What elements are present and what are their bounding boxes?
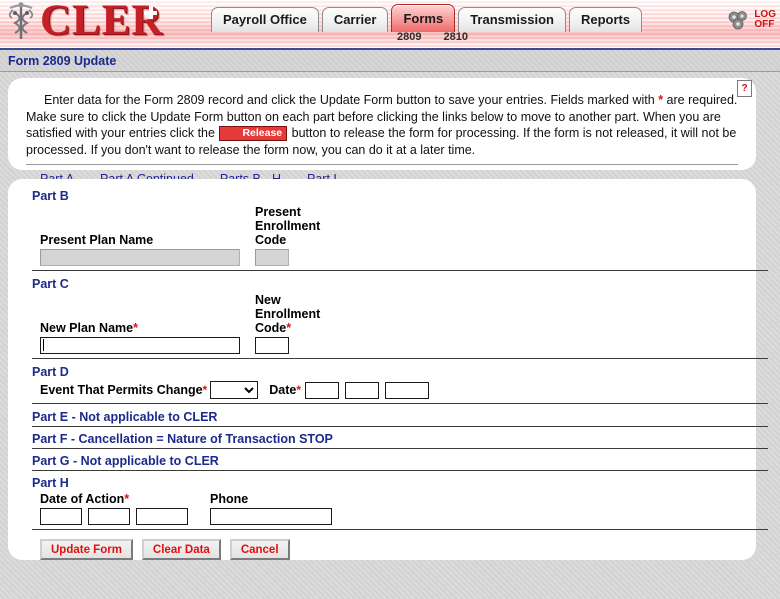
part-d-divider bbox=[32, 403, 768, 404]
present-enrollment-code-input bbox=[255, 249, 289, 266]
part-g-heading: Part G - Not applicable to CLER bbox=[32, 454, 219, 468]
new-enrollment-code-input[interactable] bbox=[255, 337, 289, 354]
present-plan-name-group: Present Plan Name bbox=[40, 233, 240, 266]
instructions-divider bbox=[26, 164, 738, 165]
part-d-fields: Event That Permits Change * Date * bbox=[40, 381, 746, 399]
gear-icon[interactable] bbox=[725, 8, 751, 32]
part-e-divider bbox=[32, 426, 768, 427]
new-enrollment-code-label-wrap: New Enrollment Code* bbox=[255, 293, 320, 335]
part-c-heading: Part C bbox=[32, 277, 69, 291]
form-subtabs[interactable]: 2809 2810 bbox=[395, 31, 470, 43]
instructions-panel: ? Enter data for the Form 2809 record an… bbox=[8, 78, 756, 186]
medical-cross-icon bbox=[144, 6, 158, 19]
new-enrollment-code-required-asterisk: * bbox=[286, 321, 292, 335]
page-title-band: Form 2809 Update bbox=[0, 50, 780, 72]
subtab-2809[interactable]: 2809 bbox=[395, 31, 423, 43]
part-h-heading: Part H bbox=[32, 476, 69, 490]
form-panel: Part B Present Plan Name Present Enrollm… bbox=[8, 179, 768, 560]
update-form-button[interactable]: Update Form bbox=[40, 539, 133, 560]
part-f-heading: Part F - Cancellation = Nature of Transa… bbox=[32, 432, 333, 446]
help-icon[interactable]: ? bbox=[737, 80, 752, 97]
new-plan-name-field-wrap bbox=[40, 337, 240, 354]
date-day-input[interactable] bbox=[344, 381, 379, 399]
new-plan-name-label: New Plan Name bbox=[40, 321, 134, 335]
date-year-input[interactable] bbox=[384, 381, 429, 399]
date-of-action-year-input[interactable] bbox=[136, 508, 188, 525]
instructions-text: Enter data for the Form 2809 record and … bbox=[26, 92, 740, 158]
tab-forms[interactable]: Forms bbox=[391, 4, 456, 32]
clear-data-button[interactable]: Clear Data bbox=[141, 539, 221, 560]
part-g-divider bbox=[32, 470, 768, 471]
cancel-button[interactable]: Cancel bbox=[229, 539, 290, 560]
form-action-buttons: Update Form Clear Data Cancel bbox=[40, 539, 746, 560]
instructions-text-segment-1: Enter data for the Form 2809 record and … bbox=[44, 93, 659, 107]
phone-group: Phone bbox=[210, 492, 332, 525]
part-c-fields: New Plan Name* New Enrollment Code* bbox=[40, 293, 746, 354]
date-month-input[interactable] bbox=[304, 381, 339, 399]
part-c-divider bbox=[32, 358, 768, 359]
page-body: ? Enter data for the Form 2809 record an… bbox=[0, 72, 780, 599]
date-of-action-group: Date of Action* bbox=[40, 492, 188, 525]
part-e-heading: Part E - Not applicable to CLER bbox=[32, 410, 218, 424]
caduceus-icon bbox=[8, 2, 34, 39]
part-f-divider bbox=[32, 448, 768, 449]
subtab-2810[interactable]: 2810 bbox=[441, 31, 469, 43]
phone-label: Phone bbox=[210, 492, 249, 506]
new-plan-name-required-asterisk: * bbox=[133, 321, 138, 335]
date-required-asterisk: * bbox=[296, 383, 301, 397]
part-d-heading: Part D bbox=[32, 365, 69, 379]
part-h-fields: Date of Action* Phone bbox=[40, 492, 746, 525]
date-of-action-month-input[interactable] bbox=[40, 508, 82, 525]
date-of-action-label: Date of Action bbox=[40, 492, 125, 506]
release-button-inline[interactable]: Release bbox=[219, 126, 288, 141]
app-banner: CLER Payroll Office Carrier Forms Transm… bbox=[0, 0, 780, 50]
date-of-action-inputs bbox=[40, 508, 188, 525]
new-enrollment-code-group: New Enrollment Code* bbox=[255, 293, 320, 354]
new-plan-name-group: New Plan Name* bbox=[40, 321, 240, 354]
tab-carrier[interactable]: Carrier bbox=[321, 7, 389, 32]
present-enrollment-code-label: Present Enrollment Code bbox=[255, 205, 321, 247]
date-of-action-label-wrap: Date of Action* bbox=[40, 492, 188, 506]
app-logo: CLER bbox=[4, 0, 163, 42]
event-select[interactable] bbox=[210, 381, 259, 399]
present-enrollment-code-group: Present Enrollment Code bbox=[255, 205, 320, 266]
part-b-heading: Part B bbox=[32, 189, 69, 203]
event-label: Event That Permits Change bbox=[40, 383, 203, 397]
tab-transmission[interactable]: Transmission bbox=[458, 7, 566, 32]
part-b-fields: Present Plan Name Present Enrollment Cod… bbox=[40, 205, 746, 266]
part-b-divider bbox=[32, 270, 768, 271]
date-label: Date bbox=[269, 383, 297, 397]
page-title: Form 2809 Update bbox=[8, 53, 117, 68]
logoff-control[interactable]: LOG OFF bbox=[725, 8, 776, 32]
present-plan-name-input bbox=[40, 249, 240, 266]
phone-input[interactable] bbox=[210, 508, 332, 525]
event-required-asterisk: * bbox=[202, 383, 208, 397]
date-of-action-required-asterisk: * bbox=[124, 492, 130, 506]
new-plan-name-input[interactable] bbox=[40, 337, 240, 354]
tab-reports[interactable]: Reports bbox=[569, 7, 643, 32]
primary-nav-tabs[interactable]: Payroll Office Carrier Forms Transmissio… bbox=[211, 4, 645, 32]
new-plan-name-label-wrap: New Plan Name* bbox=[40, 321, 240, 335]
part-h-divider bbox=[32, 529, 768, 530]
present-plan-name-label: Present Plan Name bbox=[40, 233, 154, 247]
date-of-action-day-input[interactable] bbox=[88, 508, 130, 525]
tab-payroll-office[interactable]: Payroll Office bbox=[211, 7, 319, 32]
logoff-label[interactable]: LOG OFF bbox=[754, 10, 776, 30]
